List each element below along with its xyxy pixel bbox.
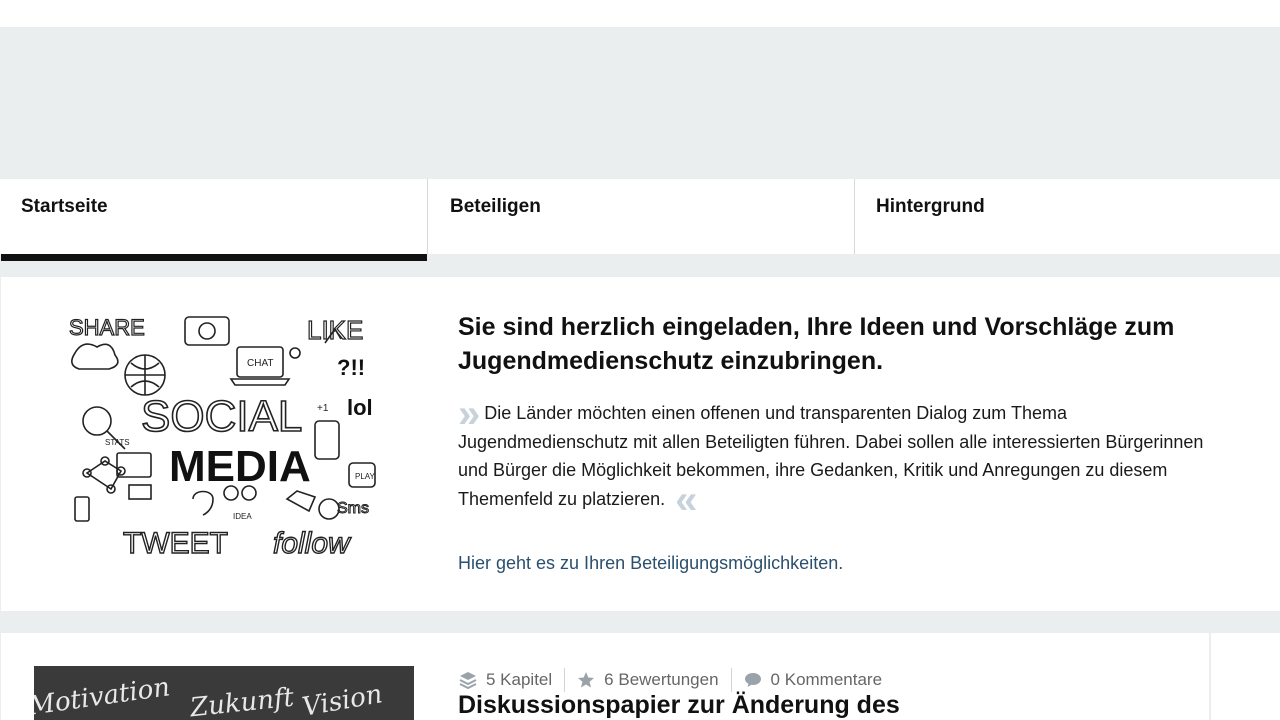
doodle-share-text: SHARE bbox=[69, 315, 145, 340]
chevron-left-icon[interactable]: ‹ bbox=[1241, 711, 1248, 720]
social-media-illustration: SHARE LIKE CHAT SOCIAL MEDIA STATS PLAY … bbox=[68, 314, 376, 559]
comments-count: 0 Kommentare bbox=[744, 668, 895, 692]
card-image-chalkboard: Motivation Zukunft Vision bbox=[34, 666, 414, 720]
chalk-word: Zukunft bbox=[188, 682, 296, 720]
layers-icon bbox=[459, 672, 477, 689]
doodle-like-text: LIKE bbox=[307, 315, 363, 345]
participation-link[interactable]: Hier geht es zu Ihren Beteiligungsmöglic… bbox=[458, 553, 843, 574]
doodle-question-text: ?!! bbox=[337, 355, 365, 380]
doodle-tweet-text: TWEET bbox=[123, 527, 228, 559]
top-bar bbox=[0, 0, 1280, 27]
card-meta: 5 Kapitel 6 Bewertungen 0 Kommentare bbox=[459, 668, 906, 692]
doodle-media-text: MEDIA bbox=[169, 442, 311, 491]
chalk-word: Motivation bbox=[34, 672, 172, 720]
card-title[interactable]: Diskussionspapier zur Änderung des bbox=[458, 691, 900, 720]
doodle-social-text: SOCIAL bbox=[141, 392, 302, 441]
main-navigation: Startseite Beteiligen Hintergrund bbox=[0, 179, 1280, 261]
card-side-panel: ‹ bbox=[1211, 633, 1280, 720]
intro-quote: » Die Länder möchten einen offenen und tr… bbox=[458, 392, 1218, 522]
doodle-follow-text: follow bbox=[273, 527, 352, 559]
intro-quote-text: Die Länder möchten einen offenen und tra… bbox=[458, 403, 1204, 509]
header-banner bbox=[0, 27, 1280, 179]
doodle-sms-text: Sms bbox=[337, 500, 369, 517]
intro-title: Sie sind herzlich eingeladen, Ihre Ideen… bbox=[458, 313, 1175, 375]
doodle-chat-text: CHAT bbox=[247, 358, 273, 369]
star-icon bbox=[578, 672, 595, 688]
ratings-count: 6 Bewertungen bbox=[577, 668, 732, 692]
comments-text: 0 Kommentare bbox=[770, 670, 883, 689]
doodle-lol-text: lol bbox=[347, 395, 373, 420]
tab-startseite[interactable]: Startseite bbox=[0, 179, 428, 261]
comment-icon bbox=[744, 673, 761, 687]
chalk-word: Vision bbox=[300, 679, 385, 720]
tab-hintergrund[interactable]: Hintergrund bbox=[855, 179, 1280, 254]
chapters-text: 5 Kapitel bbox=[486, 670, 553, 689]
doodle-idea-text: IDEA bbox=[233, 512, 252, 521]
doodle-play-text: PLAY bbox=[355, 472, 376, 481]
doodle-plus-one-text: +1 bbox=[317, 403, 329, 414]
doodle-stats-text: STATS bbox=[105, 438, 130, 447]
discussion-card[interactable]: Motivation Zukunft Vision 5 Kapitel 6 Be… bbox=[1, 633, 1209, 720]
quote-close-mark: « bbox=[675, 477, 697, 522]
tab-beteiligen[interactable]: Beteiligen bbox=[428, 179, 855, 254]
ratings-text: 6 Bewertungen bbox=[604, 670, 719, 689]
chapters-count: 5 Kapitel bbox=[459, 668, 566, 692]
quote-open-mark: » bbox=[458, 392, 480, 436]
intro-section: SHARE LIKE CHAT SOCIAL MEDIA STATS PLAY … bbox=[1, 277, 1280, 611]
